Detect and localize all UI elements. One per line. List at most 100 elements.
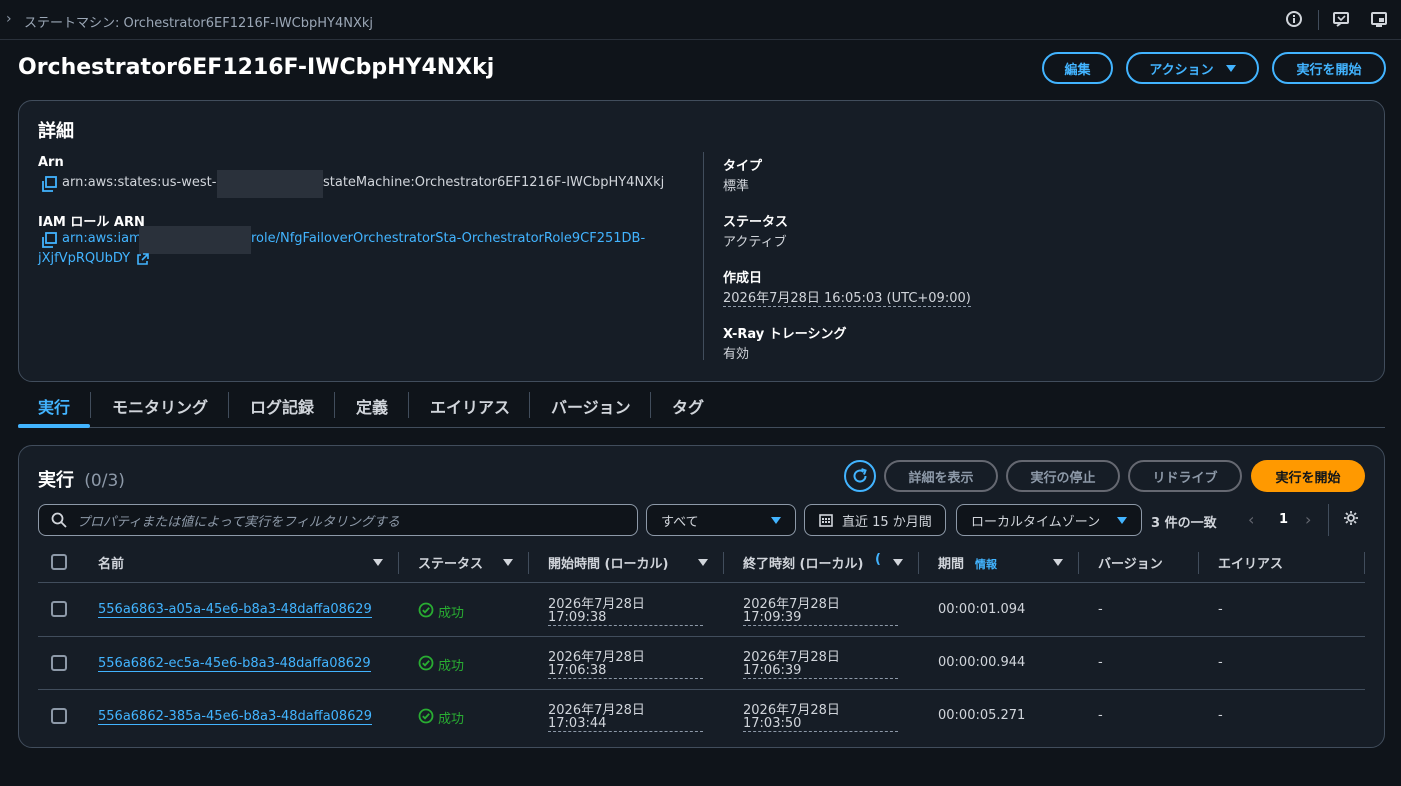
start-time: 17:09:38 bbox=[548, 610, 703, 626]
tab-separator bbox=[529, 392, 530, 418]
refresh-icon bbox=[853, 468, 867, 483]
duration-value: 00:00:00.944 bbox=[938, 655, 1026, 670]
version-value: - bbox=[1098, 655, 1103, 670]
tab-separator bbox=[228, 392, 229, 418]
duration-value: 00:00:05.271 bbox=[938, 708, 1026, 723]
arn-label: Arn bbox=[38, 155, 64, 170]
external-link-icon[interactable] bbox=[136, 253, 149, 266]
redrive-button[interactable]: リドライブ bbox=[1128, 460, 1242, 492]
execution-link[interactable]: 556a6862-ec5a-45e6-b8a3-48daffa08629 bbox=[98, 656, 371, 672]
iam-role-link-prefix[interactable]: arn:aws:iam: bbox=[62, 231, 146, 246]
alias-value: - bbox=[1218, 655, 1223, 670]
status-filter-select[interactable]: すべて bbox=[646, 504, 796, 536]
col-alias: エイリアス bbox=[1218, 557, 1284, 572]
sort-icon[interactable] bbox=[893, 559, 903, 566]
tab-separator bbox=[650, 392, 651, 418]
alias-value: - bbox=[1218, 708, 1223, 723]
tab-definition[interactable]: 定義 bbox=[356, 394, 388, 418]
tab-monitoring[interactable]: モニタリング bbox=[112, 394, 208, 418]
start-execution-button-primary[interactable]: 実行を開始 bbox=[1251, 460, 1365, 492]
calendar-icon bbox=[819, 514, 833, 527]
col-start-time[interactable]: 開始時間 (ローカル) bbox=[548, 553, 668, 572]
xray-value: 有効 bbox=[723, 347, 750, 362]
sort-icon[interactable] bbox=[373, 559, 383, 566]
settings-gear-icon[interactable] bbox=[1343, 510, 1359, 526]
current-page[interactable]: 1 bbox=[1279, 512, 1288, 527]
actions-label: アクション bbox=[1149, 62, 1214, 78]
alias-value: - bbox=[1218, 602, 1223, 617]
breadcrumb: ステートマシン: Orchestrator6EF1216F-IWCbpHY4NX… bbox=[24, 16, 374, 31]
start-execution-button[interactable]: 実行を開始 bbox=[1272, 52, 1386, 84]
search-input[interactable]: プロパティまたは値によって実行をフィルタリングする bbox=[38, 504, 638, 536]
search-placeholder: プロパティまたは値によって実行をフィルタリングする bbox=[77, 514, 400, 530]
actions-dropdown[interactable]: アクション bbox=[1126, 52, 1259, 84]
end-time: 17:03:50 bbox=[743, 716, 898, 732]
start-time: 17:03:44 bbox=[548, 716, 703, 732]
row-checkbox[interactable] bbox=[51, 708, 67, 724]
tab-bar: 実行 モニタリング ログ記録 定義 エイリアス バージョン タグ bbox=[18, 388, 1385, 428]
row-checkbox[interactable] bbox=[51, 655, 67, 671]
col-separator bbox=[1198, 552, 1199, 574]
col-status[interactable]: ステータス bbox=[418, 553, 483, 572]
status-text: 成功 bbox=[438, 712, 465, 727]
edit-button[interactable]: 編集 bbox=[1042, 52, 1113, 84]
executions-heading: 実行 (0/3) bbox=[38, 470, 125, 491]
sort-icon[interactable] bbox=[503, 559, 513, 566]
col-end-time[interactable]: 終了時刻 (ローカル) bbox=[743, 553, 863, 572]
tab-aliases[interactable]: エイリアス bbox=[430, 394, 510, 418]
created-value: 2026年7月28日 16:05:03 (UTC+09:00) bbox=[723, 287, 971, 307]
date-range-label: 直近 15 か月間 bbox=[842, 514, 932, 530]
timezone-select[interactable]: ローカルタイムゾーン bbox=[956, 504, 1142, 536]
tab-executions[interactable]: 実行 bbox=[38, 394, 70, 418]
end-time: 17:06:39 bbox=[743, 663, 898, 679]
iam-role-label: IAM ロール ARN bbox=[38, 215, 145, 230]
row-divider bbox=[38, 689, 1365, 690]
date-range-button[interactable]: 直近 15 か月間 bbox=[804, 504, 946, 536]
tab-separator bbox=[90, 392, 91, 418]
tab-tags[interactable]: タグ bbox=[672, 394, 704, 418]
status-label: ステータス bbox=[723, 215, 789, 230]
arn-value-prefix: arn:aws:states:us-west-2 bbox=[62, 175, 225, 190]
type-value: 標準 bbox=[723, 179, 750, 194]
timezone-value: ローカルタイムゾーン bbox=[971, 514, 1101, 530]
view-details-button[interactable]: 詳細を表示 bbox=[884, 460, 998, 492]
toolbar-divider bbox=[1318, 10, 1319, 30]
execution-link[interactable]: 556a6862-385a-45e6-b8a3-48daffa08629 bbox=[98, 709, 373, 725]
caret-down-icon bbox=[1117, 516, 1127, 524]
tab-versions[interactable]: バージョン bbox=[551, 394, 631, 418]
redacted-account-id bbox=[139, 226, 251, 254]
stop-execution-button[interactable]: 実行の停止 bbox=[1006, 460, 1120, 492]
info-paren-icon[interactable]: ( bbox=[875, 552, 881, 567]
col-name[interactable]: 名前 bbox=[98, 553, 124, 572]
refresh-button[interactable] bbox=[844, 460, 876, 492]
info-icon[interactable] bbox=[1285, 10, 1303, 28]
prev-page-icon[interactable]: ‹ bbox=[1248, 510, 1254, 529]
status-filter-value: すべて bbox=[661, 514, 699, 530]
sort-icon[interactable] bbox=[1053, 559, 1063, 566]
next-page-icon[interactable]: › bbox=[1305, 510, 1311, 529]
iam-role-link[interactable]: role/NfgFailoverOrchestratorSta-Orchestr… bbox=[251, 231, 645, 246]
duration-info-link[interactable]: 情報 bbox=[975, 556, 997, 572]
sort-icon[interactable] bbox=[698, 559, 708, 566]
chevron-right-icon[interactable]: › bbox=[6, 11, 12, 27]
screen-icon[interactable] bbox=[1370, 10, 1388, 28]
type-label: タイプ bbox=[723, 159, 763, 174]
success-check-icon bbox=[418, 708, 434, 724]
copy-icon[interactable] bbox=[41, 176, 57, 192]
select-all-checkbox[interactable] bbox=[51, 554, 67, 570]
executions-count: (0/3) bbox=[84, 471, 125, 491]
active-tab-indicator bbox=[18, 424, 90, 428]
copy-icon[interactable] bbox=[41, 232, 57, 248]
row-checkbox[interactable] bbox=[51, 601, 67, 617]
feedback-icon[interactable] bbox=[1332, 10, 1350, 28]
search-icon bbox=[51, 512, 67, 528]
match-count: 3 件の一致 bbox=[1151, 516, 1217, 531]
execution-link[interactable]: 556a6863-a05a-45e6-b8a3-48daffa08629 bbox=[98, 602, 372, 618]
success-check-icon bbox=[418, 602, 434, 618]
col-separator bbox=[918, 552, 919, 574]
tab-logging[interactable]: ログ記録 bbox=[250, 394, 314, 418]
iam-role-link-cont[interactable]: jXjfVpRQUbDY bbox=[38, 251, 130, 266]
col-separator bbox=[398, 552, 399, 574]
start-time: 17:06:38 bbox=[548, 663, 703, 679]
col-duration[interactable]: 期間 bbox=[938, 553, 964, 572]
